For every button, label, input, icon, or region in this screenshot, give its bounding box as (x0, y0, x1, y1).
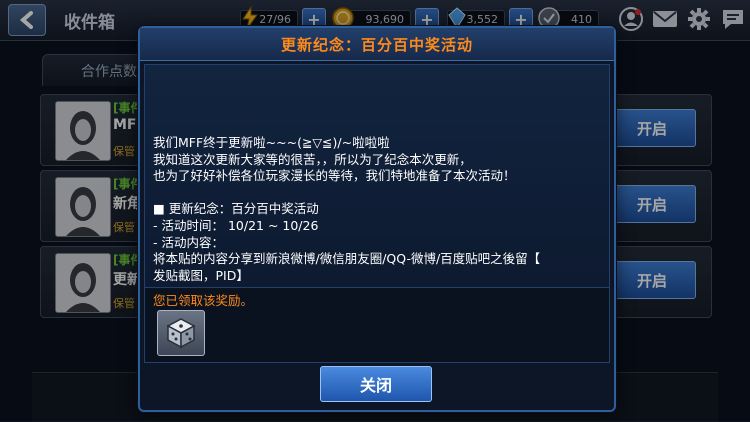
message-scroll-area[interactable]: 我们MFF终于更新啦~~~(≧▽≦)/~啦啦啦 我知道这次更新大家等的很苦，，所… (144, 64, 610, 288)
reward-panel: 您已领取该奖励。 (144, 287, 610, 363)
dice-icon (166, 318, 196, 349)
reward-item[interactable] (157, 310, 205, 356)
reward-claimed-note: 您已领取该奖励。 (153, 293, 254, 308)
event-dialog: 更新纪念：百分百中奖活动 我们MFF终于更新啦~~~(≧▽≦)/~啦啦啦 我知道… (138, 26, 616, 412)
close-button[interactable]: 关闭 (320, 366, 432, 402)
dialog-header: 更新纪念：百分百中奖活动 (140, 28, 614, 61)
message-body: 我们MFF终于更新啦~~~(≧▽≦)/~啦啦啦 我知道这次更新大家等的很苦，，所… (153, 135, 541, 283)
dialog-title: 更新纪念：百分百中奖活动 (280, 35, 473, 54)
